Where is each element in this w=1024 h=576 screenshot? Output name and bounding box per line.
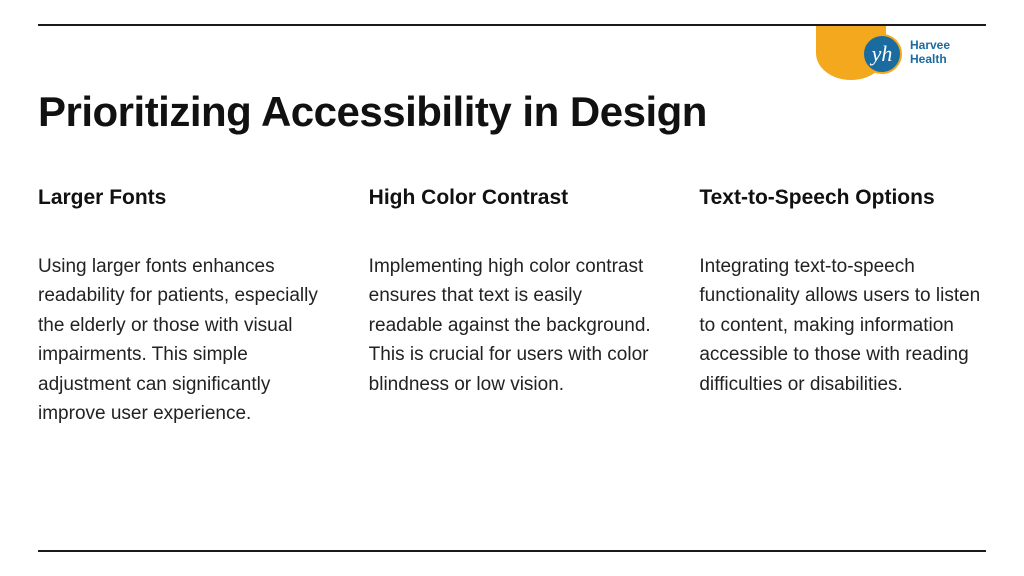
logo-glyph: yh	[872, 43, 893, 65]
column-heading: Text-to-Speech Options	[699, 186, 1002, 210]
logo-sun-shape: yh	[816, 26, 886, 80]
bottom-divider	[38, 550, 986, 552]
brand-logo: yh Harvee Health	[816, 26, 988, 80]
logo-line1: Harvee	[910, 39, 950, 53]
columns-container: Larger Fonts Using larger fonts enhances…	[38, 186, 1002, 429]
column-high-contrast: High Color Contrast Implementing high co…	[369, 186, 672, 429]
column-heading: Larger Fonts	[38, 186, 341, 210]
logo-circle-icon: yh	[862, 34, 902, 74]
column-larger-fonts: Larger Fonts Using larger fonts enhances…	[38, 186, 341, 429]
column-text-to-speech: Text-to-Speech Options Integrating text-…	[699, 186, 1002, 429]
logo-line2: Health	[910, 53, 950, 67]
logo-text: Harvee Health	[910, 39, 950, 67]
page-title: Prioritizing Accessibility in Design	[38, 88, 707, 136]
column-body: Using larger fonts enhances readability …	[38, 252, 328, 429]
column-body: Implementing high color contrast ensures…	[369, 252, 659, 399]
column-body: Integrating text-to-speech functionality…	[699, 252, 989, 399]
column-heading: High Color Contrast	[369, 186, 672, 210]
